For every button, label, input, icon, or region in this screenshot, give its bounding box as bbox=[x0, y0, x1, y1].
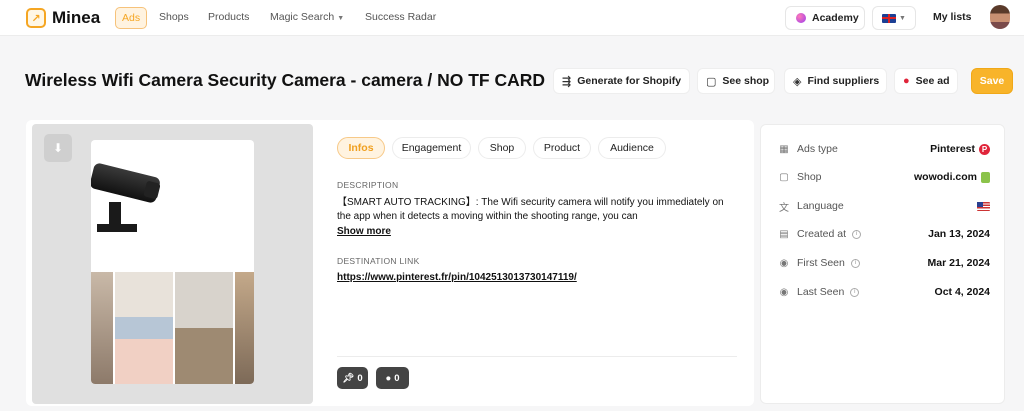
comments-badge: ● 0 bbox=[376, 367, 409, 389]
photo-grid bbox=[91, 272, 254, 384]
detail-label: Created at bbox=[797, 228, 847, 240]
detail-label: Shop bbox=[797, 171, 822, 183]
detail-value[interactable]: wowodi.com bbox=[914, 171, 990, 183]
eye-icon: ◉ bbox=[779, 286, 789, 298]
detail-label: Ads type bbox=[797, 143, 838, 155]
divider bbox=[337, 356, 737, 357]
nav-item-magic-search[interactable]: Magic Search ▼ bbox=[270, 11, 344, 23]
language-selector[interactable]: ▼ bbox=[872, 6, 916, 30]
see-shop-label: See shop bbox=[722, 75, 770, 87]
info-icon[interactable]: i bbox=[850, 258, 860, 268]
detail-label: First Seen bbox=[797, 257, 845, 269]
grid-icon: ▦ bbox=[779, 143, 789, 155]
detail-row-created-at: ▤ Created at i Jan 13, 2024 bbox=[778, 226, 990, 242]
box-icon: ◈ bbox=[793, 75, 802, 88]
see-shop-button[interactable]: ▢ See shop bbox=[697, 68, 775, 94]
detail-value bbox=[977, 201, 990, 211]
see-ad-label: See ad bbox=[915, 75, 950, 87]
info-icon[interactable]: i bbox=[850, 287, 860, 297]
saves-count: 0 bbox=[357, 372, 363, 384]
pinterest-icon: P bbox=[979, 143, 990, 155]
photo-tile bbox=[235, 272, 254, 384]
chevron-down-icon: ▼ bbox=[899, 14, 906, 22]
generate-label: Generate for Shopify bbox=[577, 75, 682, 87]
logo-icon[interactable]: ↗ bbox=[26, 8, 46, 28]
academy-icon bbox=[796, 13, 806, 23]
uk-flag-icon bbox=[882, 13, 897, 23]
top-navigation: ↗ Minea Ads Shops Products Magic Search ▼… bbox=[0, 0, 1024, 36]
detail-label: Last Seen bbox=[797, 286, 845, 298]
ads-type-value: Pinterest bbox=[930, 143, 975, 155]
tab-infos[interactable]: Infos bbox=[337, 137, 385, 159]
see-ad-button[interactable]: ● See ad bbox=[894, 68, 958, 94]
photo-tile bbox=[175, 272, 233, 384]
destination-link-label: DESTINATION LINK bbox=[337, 256, 420, 266]
save-button[interactable]: Save bbox=[971, 68, 1013, 94]
photo-tile bbox=[115, 272, 173, 384]
detail-value: Jan 13, 2024 bbox=[928, 228, 990, 240]
translate-icon: 文 bbox=[779, 202, 789, 214]
detail-row-first-seen: ◉ First Seen i Mar 21, 2024 bbox=[778, 255, 990, 271]
detail-value: Oct 4, 2024 bbox=[934, 286, 990, 298]
detail-row-shop: ▢ Shop wowodi.com bbox=[778, 169, 990, 185]
calendar-icon: ▤ bbox=[779, 228, 789, 240]
tab-product[interactable]: Product bbox=[533, 137, 591, 159]
store-icon: ▢ bbox=[779, 171, 789, 183]
detail-label: Language bbox=[797, 200, 844, 212]
shop-value[interactable]: wowodi.com bbox=[914, 171, 977, 183]
academy-label: Academy bbox=[812, 12, 859, 24]
nav-item-ads[interactable]: Ads bbox=[115, 7, 148, 29]
show-more-link[interactable]: Show more bbox=[337, 226, 391, 237]
detail-row-language: 文 Language bbox=[778, 198, 990, 214]
detail-value: Mar 21, 2024 bbox=[927, 257, 990, 269]
camera-lens bbox=[143, 180, 161, 200]
academy-button[interactable]: Academy bbox=[785, 6, 865, 30]
ad-creative-image[interactable] bbox=[91, 140, 254, 384]
detail-row-last-seen: ◉ Last Seen i Oct 4, 2024 bbox=[778, 284, 990, 300]
photo-tile bbox=[91, 272, 113, 384]
detail-value: Pinterest P bbox=[930, 143, 990, 155]
nav-item-magic-search-label: Magic Search bbox=[270, 11, 335, 23]
shop-icon: ▢ bbox=[706, 75, 717, 88]
info-icon[interactable]: i bbox=[852, 229, 862, 239]
generate-icon: ⇶ bbox=[562, 75, 572, 88]
description-label: DESCRIPTION bbox=[337, 180, 399, 190]
avatar[interactable] bbox=[990, 5, 1010, 29]
saves-badge: 📌︎ 0 bbox=[337, 367, 368, 389]
nav-item-products[interactable]: Products bbox=[208, 11, 249, 23]
camera-mount bbox=[97, 202, 137, 232]
generate-for-shopify-button[interactable]: ⇶ Generate for Shopify bbox=[553, 68, 690, 94]
pinterest-icon: ● bbox=[903, 75, 910, 87]
chevron-down-icon: ▼ bbox=[337, 15, 345, 22]
download-icon[interactable]: ⬇ bbox=[44, 134, 72, 162]
nav-item-shops[interactable]: Shops bbox=[159, 11, 189, 23]
tab-engagement[interactable]: Engagement bbox=[392, 137, 471, 159]
find-suppliers-button[interactable]: ◈ Find suppliers bbox=[784, 68, 887, 94]
comment-icon: ● bbox=[385, 372, 392, 384]
comments-count: 0 bbox=[394, 372, 400, 384]
detail-row-ads-type: ▦ Ads type Pinterest P bbox=[778, 141, 990, 157]
tab-shop[interactable]: Shop bbox=[478, 137, 526, 159]
brand-name[interactable]: Minea bbox=[52, 8, 100, 28]
nav-item-success-radar[interactable]: Success Radar bbox=[365, 11, 436, 23]
tab-audience[interactable]: Audience bbox=[598, 137, 666, 159]
my-lists-link[interactable]: My lists bbox=[933, 11, 972, 23]
shopify-icon bbox=[981, 171, 990, 183]
find-suppliers-label: Find suppliers bbox=[807, 75, 880, 87]
page-title: Wireless Wifi Camera Security Camera - c… bbox=[25, 70, 546, 90]
us-flag-icon bbox=[977, 201, 990, 211]
eye-icon: ◉ bbox=[779, 257, 789, 269]
description-text: 【SMART AUTO TRACKING】: The Wifi security… bbox=[337, 197, 724, 222]
pin-icon: 📌︎ bbox=[342, 372, 355, 384]
destination-link[interactable]: https://www.pinterest.fr/pin/10425130137… bbox=[337, 272, 577, 283]
